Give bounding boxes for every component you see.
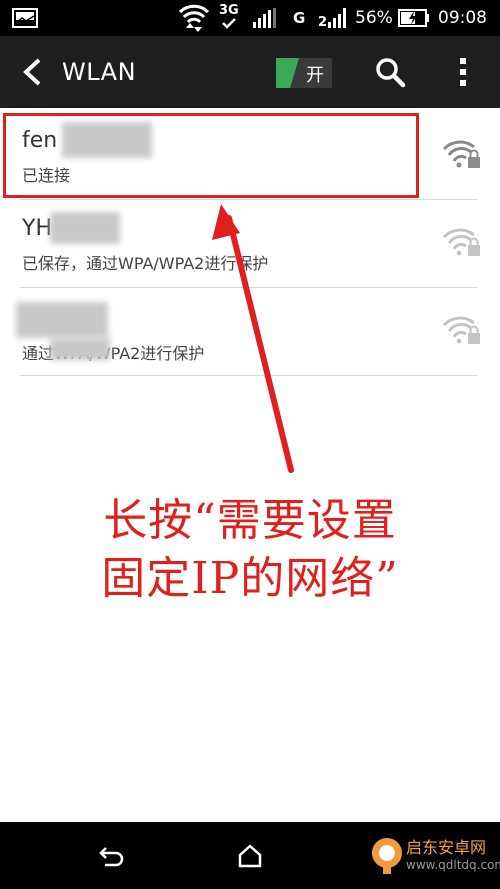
watermark-logo-icon xyxy=(371,838,402,874)
annotation-line-2: 固定IP的网络” xyxy=(101,553,399,604)
back-icon xyxy=(99,847,124,867)
watermark-url: www.qdltdq.com xyxy=(406,858,500,872)
watermark-name: 启东安卓网 xyxy=(406,838,487,857)
nav-back-button[interactable] xyxy=(90,836,134,876)
annotation-arrow xyxy=(212,204,294,473)
watermark: 启东安卓网 www.qdltdq.com xyxy=(368,830,500,889)
annotation-line-1: 长按“需要设置 xyxy=(103,495,397,546)
annotation-text: 长按“需要设置 固定IP的网络” xyxy=(0,492,500,608)
nav-home-button[interactable] xyxy=(228,836,272,876)
home-icon xyxy=(238,844,262,868)
